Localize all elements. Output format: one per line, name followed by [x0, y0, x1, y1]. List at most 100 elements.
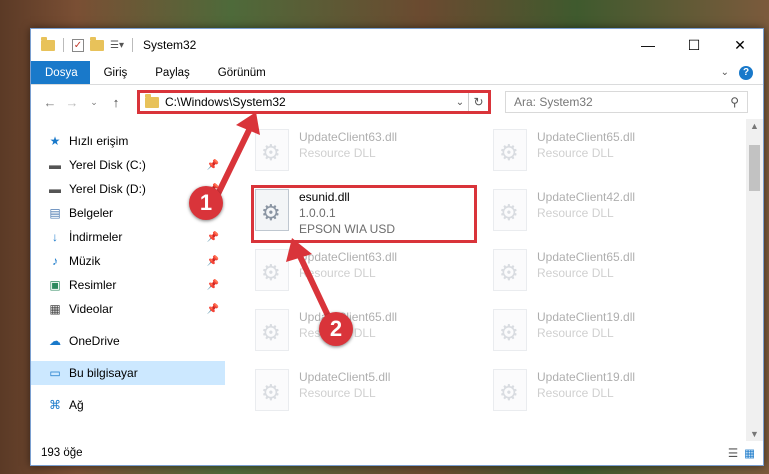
computer-icon: ▭ — [49, 366, 61, 380]
drive-icon: ▬ — [49, 182, 61, 196]
status-bar: 193 öğe ☰ ▦ — [31, 441, 763, 465]
file-item[interactable]: UpdateClient63.dll Resource DLL — [255, 129, 475, 177]
quick-access-toolbar: ✓ ☰▾ — [41, 36, 135, 52]
sidebar-item-label: Videolar — [69, 302, 113, 316]
tab-gorunum[interactable]: Görünüm — [204, 61, 280, 84]
file-item-esunid[interactable]: esunid.dll 1.0.0.1 EPSON WIA USD — [255, 189, 475, 237]
expand-ribbon-icon[interactable]: ⌄ — [721, 67, 729, 78]
properties-icon[interactable]: ✓ — [72, 38, 84, 52]
file-item[interactable]: UpdateClient19.dll Resource DLL — [493, 309, 713, 357]
ribbon-right: ⌄ ? — [721, 61, 763, 84]
chevron-down-icon[interactable]: ⌄ — [452, 97, 468, 108]
dll-file-icon — [493, 129, 527, 171]
address-path[interactable]: C:\Windows\System32 — [165, 95, 286, 109]
folder-icon[interactable] — [41, 36, 55, 51]
file-description: Resource DLL — [537, 206, 614, 220]
explorer-body: ★ Hızlı erişim ▬ Yerel Disk (C:) 📌 ▬ Yer… — [31, 119, 763, 441]
pin-icon: 📌 — [206, 303, 219, 315]
sidebar-item-downloads[interactable]: ↓ İndirmeler 📌 — [31, 225, 225, 249]
search-input[interactable]: Ara: System32 — [514, 95, 593, 109]
search-box[interactable]: Ara: System32 ⚲ — [505, 91, 748, 113]
file-name: UpdateClient63.dll — [299, 130, 398, 144]
file-name: UpdateClient42.dll — [537, 190, 636, 204]
documents-icon: ▤ — [49, 206, 61, 220]
sidebar-item-label: Belgeler — [69, 206, 114, 220]
recent-locations-button[interactable]: ⌄ — [83, 97, 105, 108]
search-icon[interactable]: ⚲ — [730, 95, 739, 109]
file-item[interactable]: UpdateClient5.dll Resource DLL — [255, 369, 475, 417]
step-2-badge: 2 — [319, 312, 353, 346]
dll-file-icon — [493, 249, 527, 291]
sidebar-item-music[interactable]: ♪ Müzik 📌 — [31, 249, 225, 273]
music-icon: ♪ — [52, 254, 58, 268]
download-icon: ↓ — [52, 230, 58, 244]
title-bar: ✓ ☰▾ System32 — ☐ ✕ — [31, 29, 763, 61]
drive-icon: ▬ — [49, 158, 61, 172]
file-item[interactable]: UpdateClient42.dll Resource DLL — [493, 189, 713, 237]
pin-icon: 📌 — [206, 279, 219, 291]
new-folder-icon[interactable] — [90, 36, 104, 51]
tab-giris[interactable]: Giriş — [90, 61, 142, 84]
sidebar-item-onedrive[interactable]: ☁ OneDrive — [31, 329, 225, 353]
tiles-view-icon[interactable]: ▦ — [744, 446, 755, 460]
file-description: Resource DLL — [299, 146, 376, 160]
sidebar-item-label: Resimler — [69, 278, 117, 292]
file-name: esunid.dll — [299, 190, 350, 204]
file-version: 1.0.0.1 — [299, 206, 336, 220]
sidebar-item-label: Ağ — [69, 398, 84, 412]
up-button[interactable]: ↑ — [105, 95, 127, 110]
file-item[interactable]: UpdateClient65.dllResource DLL — [493, 249, 713, 297]
scroll-thumb[interactable] — [749, 145, 760, 191]
dll-file-icon — [255, 309, 289, 351]
help-icon[interactable]: ? — [739, 65, 753, 80]
file-item[interactable]: UpdateClient65.dllResource DLL — [255, 309, 475, 357]
tab-paylas[interactable]: Paylaş — [141, 61, 204, 84]
sidebar-item-label: Hızlı erişim — [69, 134, 129, 148]
scroll-up-icon[interactable]: ▲ — [746, 121, 763, 131]
sidebar-item-label: Yerel Disk (C:) — [69, 158, 146, 172]
sidebar-item-disk-c[interactable]: ▬ Yerel Disk (C:) 📌 — [31, 153, 225, 177]
sidebar-item-quick-access[interactable]: ★ Hızlı erişim — [31, 129, 225, 153]
file-description: Resource DLL — [537, 266, 614, 280]
sidebar-item-label: İndirmeler — [69, 230, 123, 244]
file-description: Resource DLL — [537, 326, 614, 340]
file-item[interactable]: UpdateClient19.dll Resource DLL — [493, 369, 713, 417]
cloud-icon: ☁ — [49, 334, 61, 348]
refresh-button[interactable]: ↻ — [468, 93, 488, 111]
details-view-icon[interactable]: ☰ — [728, 446, 738, 460]
minimize-button[interactable]: — — [625, 29, 671, 61]
window-controls: — ☐ ✕ — [625, 29, 763, 61]
file-item[interactable]: UpdateClient63.dll Resource DLL — [255, 249, 475, 297]
scroll-down-icon[interactable]: ▼ — [746, 429, 763, 439]
maximize-button[interactable]: ☐ — [671, 29, 717, 61]
dll-file-icon — [493, 309, 527, 351]
sidebar-item-pictures[interactable]: ▣ Resimler 📌 — [31, 273, 225, 297]
sidebar-item-network[interactable]: ⌘ Ağ — [31, 393, 225, 417]
ribbon-tabs: Dosya Giriş Paylaş Görünüm ⌄ ? — [31, 61, 763, 85]
window-title: System32 — [142, 38, 197, 52]
toolbar-divider — [63, 38, 64, 52]
sidebar-item-videos[interactable]: ▦ Videolar 📌 — [31, 297, 225, 321]
close-button[interactable]: ✕ — [717, 29, 763, 61]
item-count: 193 öğe — [41, 447, 83, 459]
toolbar-divider — [131, 38, 133, 52]
file-description: Resource DLL — [299, 386, 376, 400]
file-name: UpdateClient63.dll — [299, 250, 398, 264]
back-button[interactable]: ← — [39, 95, 61, 110]
file-item[interactable]: UpdateClient65.dllResource DLL — [493, 129, 713, 177]
tab-dosya[interactable]: Dosya — [31, 61, 90, 84]
vertical-scrollbar[interactable]: ▲ ▼ — [746, 119, 763, 441]
address-bar[interactable]: C:\Windows\System32 ⌄ ↻ — [137, 90, 491, 114]
file-name: UpdateClient19.dll — [537, 370, 636, 384]
dll-file-icon — [255, 249, 289, 291]
file-name: UpdateClient5.dll — [299, 370, 391, 384]
customize-toolbar-icon[interactable]: ☰▾ — [110, 40, 124, 51]
pictures-icon: ▣ — [49, 278, 61, 292]
sidebar-item-this-pc[interactable]: ▭ Bu bilgisayar — [31, 361, 225, 385]
sidebar-item-label: Bu bilgisayar — [69, 366, 138, 380]
forward-button[interactable]: → — [61, 95, 83, 110]
dll-file-icon — [493, 189, 527, 231]
